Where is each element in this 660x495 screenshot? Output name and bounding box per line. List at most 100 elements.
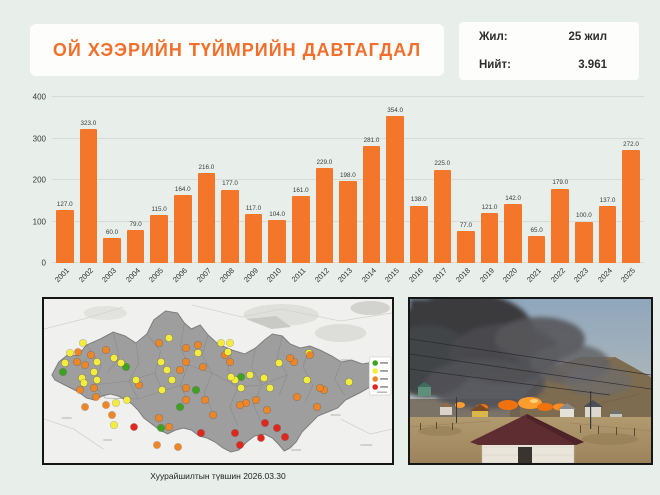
x-axis-tick: 2009: [242, 266, 260, 284]
y-axis-tick: 300: [33, 134, 46, 143]
bar: [198, 173, 216, 263]
fire-location-dot: [61, 360, 68, 367]
bar-value-label: 281.0: [364, 138, 380, 144]
fire-location-dot: [73, 359, 80, 366]
bar-value-label: 127.0: [57, 202, 73, 208]
stat-value: 25 жил: [568, 31, 621, 43]
fire-location-dot: [237, 385, 244, 392]
bar-value-label: 100.0: [576, 213, 592, 219]
bar-value-label: 354.0: [387, 108, 403, 114]
bar-column: 127.02001: [56, 97, 74, 263]
bar-value-label: 323.0: [81, 121, 97, 127]
bar-column: 104.02010: [268, 97, 286, 263]
fire-location-dot: [74, 349, 81, 356]
x-axis-tick: 2023: [572, 266, 590, 284]
fire-location-dot: [113, 400, 120, 407]
map-caption: Хуурайшилтын түвшин 2026.03.30: [42, 471, 394, 481]
bar-value-label: 164.0: [175, 187, 191, 193]
bar-column: 229.02012: [316, 97, 334, 263]
bar-column: 323.02002: [80, 97, 98, 263]
x-axis-tick: 2017: [430, 266, 448, 284]
bar: [150, 215, 168, 263]
fire-location-dot: [66, 350, 73, 357]
fire-location-dot: [202, 397, 209, 404]
bar-value-label: 272.0: [623, 142, 639, 148]
stat-row-total: Нийт: 3.961: [479, 59, 621, 71]
stat-label: Нийт:: [479, 59, 511, 71]
stat-row-years: Жил: 25 жил: [479, 31, 621, 43]
fire-location-dot: [183, 345, 190, 352]
x-axis-tick: 2020: [501, 266, 519, 284]
bar: [551, 189, 569, 263]
bar: [316, 168, 334, 263]
fire-location-dot: [227, 374, 234, 381]
x-axis-tick: 2022: [548, 266, 566, 284]
fire-location-dot: [124, 397, 131, 404]
bar: [434, 170, 452, 263]
fire-location-dot: [183, 397, 190, 404]
bar-column: 121.02019: [481, 97, 499, 263]
summary-stats-card: Жил: 25 жил Нийт: 3.961: [459, 22, 639, 80]
bar-column: 216.02007: [198, 97, 216, 263]
bar: [292, 196, 310, 263]
fire-location-dot: [267, 385, 274, 392]
fire-location-dot: [59, 369, 66, 376]
bar-value-label: 65.0: [531, 228, 543, 234]
bar-column: 79.02004: [127, 97, 145, 263]
bar-value-label: 121.0: [482, 205, 498, 211]
fire-location-dot: [80, 380, 87, 387]
bar: [528, 236, 546, 263]
x-axis-tick: 2005: [147, 266, 165, 284]
fire-dots-layer: [44, 299, 392, 463]
fire-location-dot: [94, 359, 101, 366]
page-title-card: ОЙ ХЭЭРИЙН ТҮЙМРИЙН ДАВТАГДАЛ: [30, 24, 444, 76]
fire-location-dot: [287, 355, 294, 362]
bar-column: 177.02008: [221, 97, 239, 263]
bar: [575, 222, 593, 264]
fire-location-dot: [217, 340, 224, 347]
bar-value-label: 117.0: [246, 206, 261, 212]
bar-column: 164.02006: [174, 97, 192, 263]
fire-location-dot: [103, 347, 110, 354]
fire-location-dot: [346, 379, 353, 386]
x-axis-tick: 2016: [407, 266, 425, 284]
bar: [80, 129, 98, 263]
bar-column: 100.02023: [575, 97, 593, 263]
fire-location-dot: [198, 429, 205, 436]
x-axis-tick: 2003: [100, 266, 118, 284]
bar-column: 115.02005: [150, 97, 168, 263]
fire-location-dot: [111, 355, 118, 362]
bar-value-label: 225.0: [434, 161, 450, 167]
bar-column: 198.02013: [339, 97, 357, 263]
x-axis-tick: 2018: [454, 266, 472, 284]
bar-value-label: 161.0: [293, 188, 309, 194]
bar: [481, 213, 499, 263]
x-axis-tick: 2024: [596, 266, 614, 284]
bar-column: 117.02009: [245, 97, 263, 263]
infographic-canvas: ОЙ ХЭЭРИЙН ТҮЙМРИЙН ДАВТАГДАЛ Жил: 25 жи…: [0, 0, 660, 495]
x-axis-tick: 2025: [619, 266, 637, 284]
x-axis-tick: 2019: [478, 266, 496, 284]
fire-location-dot: [109, 412, 116, 419]
fire-location-dot: [165, 335, 172, 342]
x-axis-tick: 2006: [171, 266, 189, 284]
bar: [56, 210, 74, 263]
y-axis-tick: 100: [33, 217, 46, 226]
fire-location-dot: [183, 359, 190, 366]
chart-plot: 0100200300400127.02001323.0200260.020037…: [52, 97, 644, 263]
fire-location-dot: [195, 350, 202, 357]
bar-value-label: 104.0: [269, 212, 285, 218]
bar-value-label: 115.0: [152, 207, 167, 213]
bar-value-label: 79.0: [129, 222, 141, 228]
x-axis-tick: 2002: [77, 266, 95, 284]
bar: [245, 214, 263, 263]
x-axis-tick: 2015: [383, 266, 401, 284]
mongolia-dryness-map: [42, 297, 394, 465]
fire-frequency-bar-chart: 0100200300400127.02001323.0200260.020037…: [28, 90, 644, 290]
chart-bars: 127.02001323.0200260.0200379.02004115.02…: [52, 97, 644, 263]
fire-location-dot: [226, 359, 233, 366]
bar-column: 225.02017: [434, 97, 452, 263]
bar: [504, 204, 522, 263]
fire-location-dot: [94, 377, 101, 384]
fire-location-dot: [306, 352, 313, 359]
